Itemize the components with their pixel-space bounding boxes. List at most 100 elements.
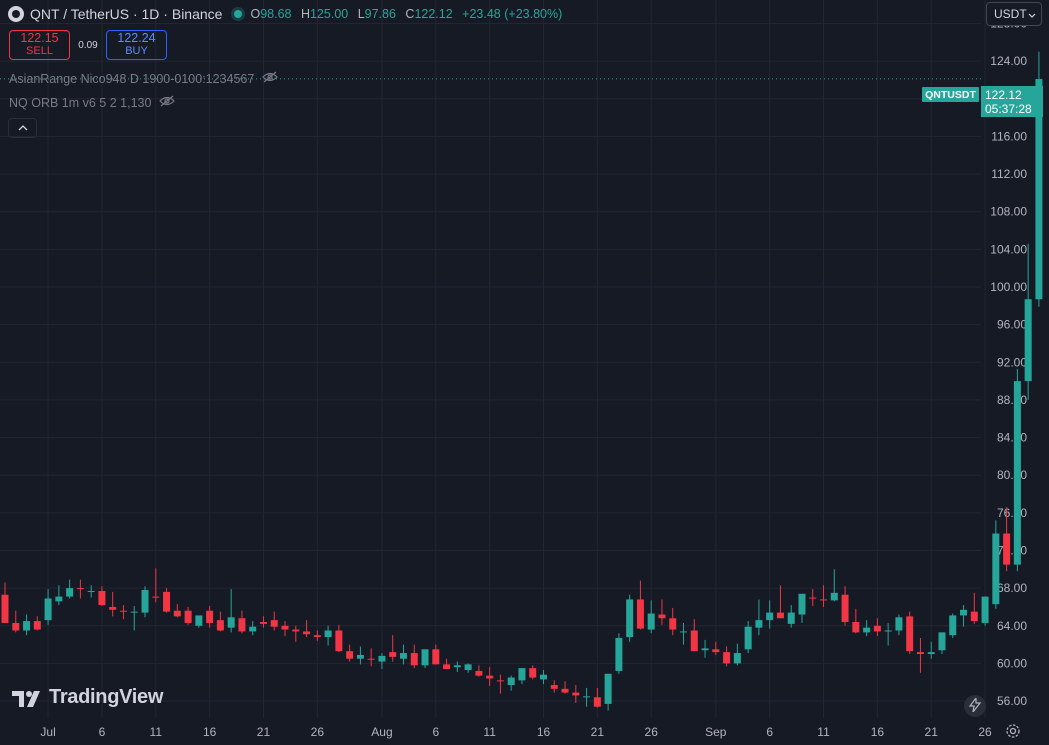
candle-body-down bbox=[593, 697, 601, 707]
close-value: 122.12 bbox=[414, 7, 453, 21]
price-tick-label: 104.00 bbox=[990, 242, 1027, 256]
candle-body-up bbox=[399, 653, 407, 659]
candle-body-up bbox=[895, 617, 903, 631]
candle-body-up bbox=[1024, 299, 1032, 382]
date-tick-label: 6 bbox=[766, 725, 773, 739]
candle-body-up bbox=[583, 696, 591, 698]
trade-panel: 122.15 SELL 0.09 122.24 BUY bbox=[9, 30, 167, 60]
tradingview-logo-icon bbox=[12, 690, 40, 707]
eye-hidden-icon[interactable] bbox=[159, 95, 176, 110]
indicator-label: NQ ORB 1m v6 5 2 1,130 bbox=[9, 95, 152, 110]
candle-body-up bbox=[992, 533, 1000, 605]
candlestick-series bbox=[1, 51, 1043, 711]
candle-body-up bbox=[55, 596, 63, 602]
chart-canvas[interactable]: 56.00 60.00 64.00 68.00 72.00 76.00 80.00 84.00… bbox=[0, 0, 1049, 745]
candle-body-up bbox=[356, 654, 364, 659]
candle-body-up bbox=[766, 612, 774, 621]
candle-body-down bbox=[496, 680, 504, 682]
symbol-logo-icon bbox=[8, 6, 24, 22]
indicator-label: AsianRange Nico948 D 1900-0100:1234567 bbox=[9, 71, 255, 86]
candle-body-down bbox=[970, 611, 978, 622]
currency-value: USDT bbox=[994, 7, 1027, 21]
candle-body-down bbox=[776, 612, 784, 619]
candle-body-up bbox=[787, 612, 795, 624]
candle-body-up bbox=[981, 596, 989, 623]
buy-price: 122.24 bbox=[117, 31, 156, 45]
currency-select[interactable]: USDT bbox=[986, 2, 1042, 26]
candle-body-up bbox=[615, 638, 623, 671]
logo-text: TradingView bbox=[49, 686, 164, 708]
date-tick-label: 11 bbox=[483, 725, 496, 739]
candle-body-up bbox=[23, 621, 31, 631]
low-value: 97.86 bbox=[364, 7, 396, 21]
candle-body-down bbox=[389, 652, 397, 657]
candle-body-up bbox=[830, 592, 838, 601]
buy-button[interactable]: 122.24 BUY bbox=[106, 30, 167, 60]
time-axis[interactable]: Jul 6 11 16 21 26 Aug 6 11 16 21 26 Sep 6 11 16 21 26 bbox=[40, 725, 992, 739]
candle-body-down bbox=[259, 622, 267, 624]
goto-realtime-button[interactable] bbox=[964, 695, 986, 717]
candle-body-down bbox=[486, 675, 494, 679]
price-tick-label: 124.00 bbox=[990, 54, 1027, 68]
candle-body-down bbox=[76, 588, 84, 590]
buy-label: BUY bbox=[125, 45, 148, 57]
candle-body-down bbox=[238, 618, 246, 632]
candle-body-down bbox=[163, 591, 171, 612]
candle-body-down bbox=[1003, 533, 1011, 565]
sell-price: 122.15 bbox=[20, 31, 59, 45]
candle-body-down bbox=[443, 664, 451, 670]
high-key: H bbox=[300, 7, 310, 21]
candle-body-down bbox=[98, 590, 106, 606]
candle-body-down bbox=[12, 622, 20, 631]
date-tick-label: Jul bbox=[40, 725, 55, 739]
symbol-title[interactable]: QNT / TetherUS · 1D · Binance bbox=[30, 6, 222, 22]
sell-button[interactable]: 122.15 SELL bbox=[9, 30, 70, 60]
candle-body-down bbox=[152, 596, 160, 598]
sell-label: SELL bbox=[26, 45, 53, 57]
candle-body-up bbox=[518, 668, 526, 681]
candle-body-up bbox=[324, 630, 332, 638]
candle-body-down bbox=[669, 618, 677, 630]
indicator-nq-orb[interactable]: NQ ORB 1m v6 5 2 1,130 bbox=[9, 95, 176, 110]
eye-hidden-icon[interactable] bbox=[262, 71, 279, 86]
candle-body-up bbox=[421, 649, 429, 666]
candle-body-up bbox=[1013, 381, 1021, 565]
candle-body-up bbox=[744, 626, 752, 650]
candle-body-up bbox=[227, 617, 235, 628]
candle-body-down bbox=[292, 629, 300, 632]
candle-body-down bbox=[723, 652, 731, 664]
candle-body-up bbox=[733, 653, 741, 664]
last-price-value: 122.12 bbox=[985, 88, 1022, 102]
candle-body-down bbox=[873, 625, 881, 632]
date-tick-label: 26 bbox=[311, 725, 325, 739]
candle-body-up bbox=[66, 588, 74, 597]
date-tick-label: 16 bbox=[871, 725, 885, 739]
date-tick-label: 6 bbox=[99, 725, 106, 739]
candle-body-down bbox=[852, 622, 860, 633]
candle-body-down bbox=[173, 610, 181, 617]
indicator-asian-range[interactable]: AsianRange Nico948 D 1900-0100:1234567 bbox=[9, 71, 279, 86]
collapse-indicators-button[interactable] bbox=[8, 118, 37, 138]
candle-body-down bbox=[906, 616, 914, 652]
symbol-header: QNT / TetherUS · 1D · Binance O98.68 H12… bbox=[8, 4, 568, 24]
price-tick-label: 68.00 bbox=[997, 581, 1027, 595]
candle-body-up bbox=[195, 615, 203, 626]
candle-body-down bbox=[184, 610, 192, 623]
date-tick-label: 26 bbox=[978, 725, 992, 739]
date-tick-label: 21 bbox=[257, 725, 271, 739]
low-key: L bbox=[357, 7, 365, 21]
candle-body-down bbox=[561, 688, 569, 693]
candle-body-up bbox=[87, 590, 95, 592]
candle-body-up bbox=[798, 593, 806, 615]
candle-body-up bbox=[378, 655, 386, 662]
candle-body-up bbox=[507, 677, 515, 686]
candle-body-up bbox=[464, 664, 472, 671]
date-tick-label: 21 bbox=[591, 725, 605, 739]
candle-body-down bbox=[119, 610, 127, 612]
candle-body-up bbox=[755, 620, 763, 628]
candle-body-down bbox=[658, 614, 666, 619]
candle-body-down bbox=[367, 658, 375, 660]
candle-body-up bbox=[604, 673, 612, 704]
gear-icon[interactable] bbox=[1005, 723, 1021, 743]
tradingview-logo[interactable]: TradingView bbox=[12, 686, 163, 709]
